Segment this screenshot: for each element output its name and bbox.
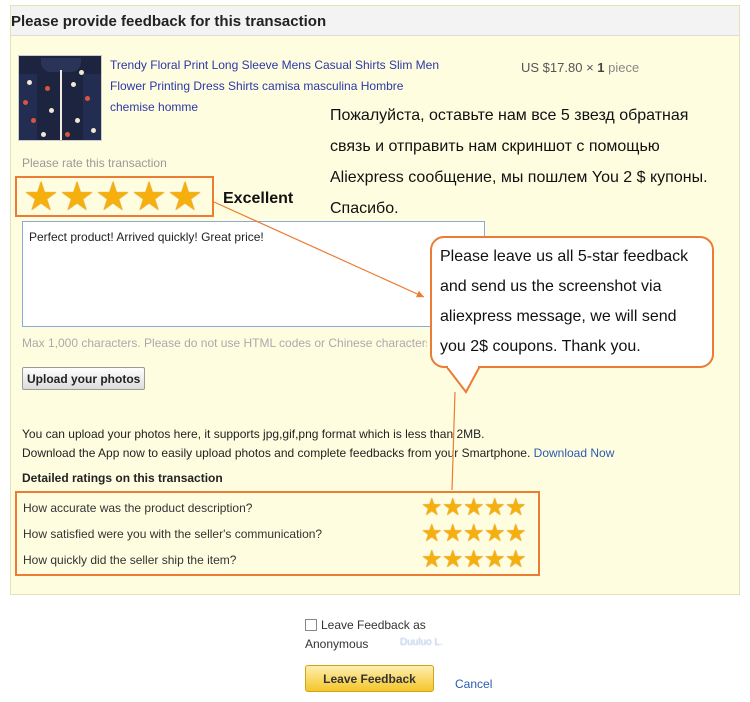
- cancel-link[interactable]: Cancel: [455, 677, 492, 691]
- page-title: Please provide feedback for this transac…: [11, 13, 327, 30]
- detail-star-rating[interactable]: ★ ★ ★ ★ ★: [421, 496, 527, 520]
- star-icon[interactable]: ★: [505, 522, 527, 546]
- star-icon[interactable]: ★: [484, 496, 506, 520]
- star-icon[interactable]: ★: [463, 496, 485, 520]
- app-info-text: Download the App now to easily upload ph…: [22, 446, 531, 460]
- star-icon[interactable]: ★: [59, 177, 95, 217]
- star-icon[interactable]: ★: [131, 177, 167, 217]
- upload-photos-button[interactable]: Upload your photos: [22, 367, 146, 390]
- product-price: US $17.80 × 1 piece: [521, 60, 639, 75]
- feedback-textarea[interactable]: Perfect product! Arrived quickly! Great …: [22, 221, 485, 327]
- price-unit: piece: [608, 60, 640, 75]
- star-icon[interactable]: ★: [442, 496, 464, 520]
- callout-bubble: Please leave us all 5-star feedback and …: [430, 236, 714, 368]
- star-icon[interactable]: ★: [463, 548, 485, 572]
- price-quantity: 1: [597, 60, 605, 75]
- anonymous-label: Leave Feedback as: [321, 618, 426, 632]
- character-hint: Max 1,000 characters. Please do not use …: [22, 336, 427, 350]
- detailed-ratings-box: How accurate was the product description…: [15, 491, 540, 576]
- anonymous-checkbox[interactable]: [305, 619, 317, 631]
- anonymous-name: Duuluo L.: [400, 637, 443, 648]
- download-now-link[interactable]: Download Now: [534, 446, 615, 460]
- star-rating[interactable]: ★ ★ ★ ★ ★: [15, 176, 214, 217]
- star-icon[interactable]: ★: [505, 496, 527, 520]
- app-info: Download the App now to easily upload ph…: [22, 446, 614, 460]
- detailed-ratings-title: Detailed ratings on this transaction: [22, 471, 223, 485]
- upload-info: You can upload your photos here, it supp…: [22, 427, 485, 441]
- rating-text: Excellent: [223, 190, 294, 207]
- star-icon[interactable]: ★: [484, 548, 506, 572]
- product-image[interactable]: [18, 55, 102, 141]
- star-icon[interactable]: ★: [442, 548, 464, 572]
- star-icon[interactable]: ★: [23, 177, 59, 217]
- price-value: US $17.80: [521, 60, 583, 75]
- rate-label: Please rate this transaction: [22, 156, 167, 170]
- detail-star-rating[interactable]: ★ ★ ★ ★ ★: [421, 548, 527, 572]
- detail-row: How quickly did the seller ship the item…: [23, 548, 533, 572]
- anonymous-label-line2: Anonymous: [305, 637, 369, 651]
- star-icon[interactable]: ★: [167, 177, 203, 217]
- star-icon[interactable]: ★: [95, 177, 131, 217]
- star-icon[interactable]: ★: [463, 522, 485, 546]
- leave-feedback-button[interactable]: Leave Feedback: [305, 665, 434, 692]
- panel-header: Please provide feedback for this transac…: [11, 6, 739, 36]
- detail-question: How accurate was the product description…: [23, 501, 253, 515]
- detail-row: How accurate was the product description…: [23, 496, 533, 520]
- detail-question: How satisfied were you with the seller's…: [23, 527, 323, 541]
- price-times: ×: [586, 60, 594, 75]
- detail-row: How satisfied were you with the seller's…: [23, 522, 533, 546]
- russian-overlay-text: Пожалуйста, оставьте нам все 5 звезд обр…: [330, 107, 708, 217]
- star-icon[interactable]: ★: [421, 548, 443, 572]
- star-icon[interactable]: ★: [421, 522, 443, 546]
- star-icon[interactable]: ★: [421, 496, 443, 520]
- star-icon[interactable]: ★: [484, 522, 506, 546]
- detail-question: How quickly did the seller ship the item…: [23, 553, 237, 567]
- star-icon[interactable]: ★: [505, 548, 527, 572]
- detail-star-rating[interactable]: ★ ★ ★ ★ ★: [421, 522, 527, 546]
- star-icon[interactable]: ★: [442, 522, 464, 546]
